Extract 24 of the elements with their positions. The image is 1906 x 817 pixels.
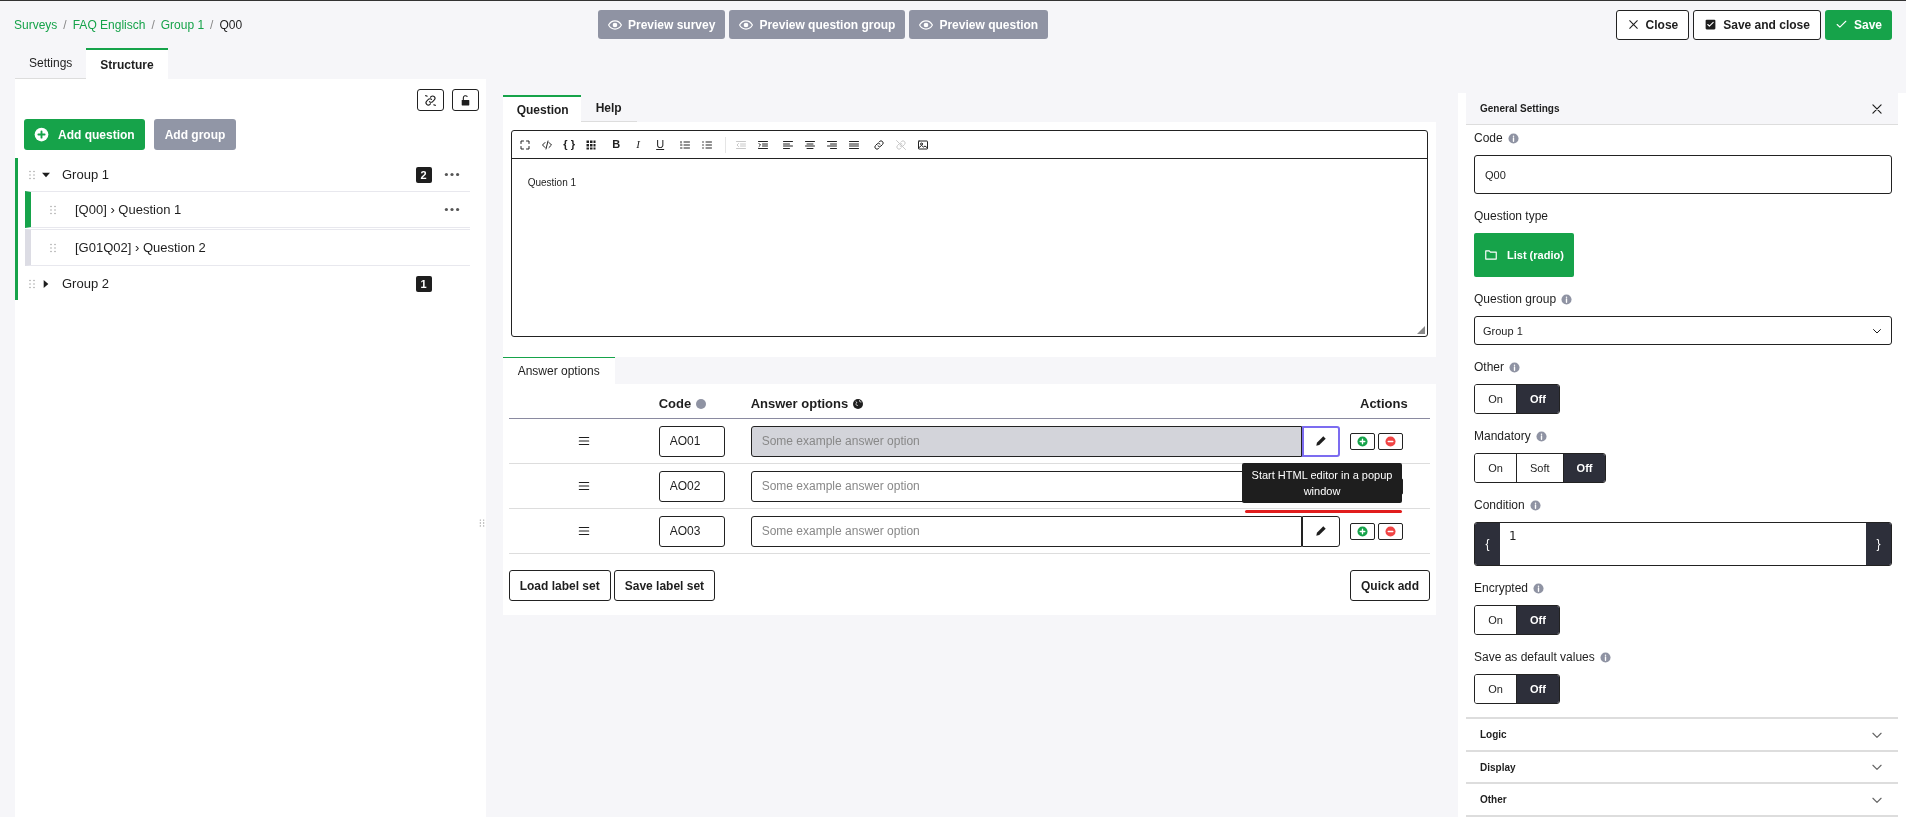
question-label: [Q00] › Question 1 (75, 200, 182, 219)
field-label: Condition (1474, 497, 1525, 515)
breadcrumb-separator: / (151, 16, 155, 34)
column-header: Actions (1359, 395, 1409, 414)
field-label: Question type (1474, 208, 1549, 226)
group-title: Group 1 (62, 165, 109, 184)
question-text: Question 1 (527, 176, 578, 190)
field-label: Question group (1474, 291, 1557, 309)
group-title: Group 2 (62, 274, 109, 293)
field-label: Other (1474, 359, 1504, 377)
breadcrumb-current: Q00 (219, 16, 243, 34)
field-label: Mandatory (1474, 428, 1531, 446)
breadcrumb-separator: / (210, 16, 214, 34)
field-label: Code (1474, 130, 1503, 148)
column-header: Answer options (750, 395, 849, 414)
count-badge: 1 (415, 275, 432, 292)
breadcrumb-separator: / (63, 16, 67, 34)
field-label: Encrypted (1474, 580, 1529, 598)
tooltip: Start HTML editor in a popup window (1242, 462, 1402, 503)
panel-title: General Settings (1480, 102, 1560, 117)
question-label: [G01Q02] › Question 2 (75, 238, 206, 257)
count-badge: 2 (415, 166, 432, 183)
column-header: Code (658, 395, 692, 414)
field-label: Save as default values (1474, 649, 1595, 667)
